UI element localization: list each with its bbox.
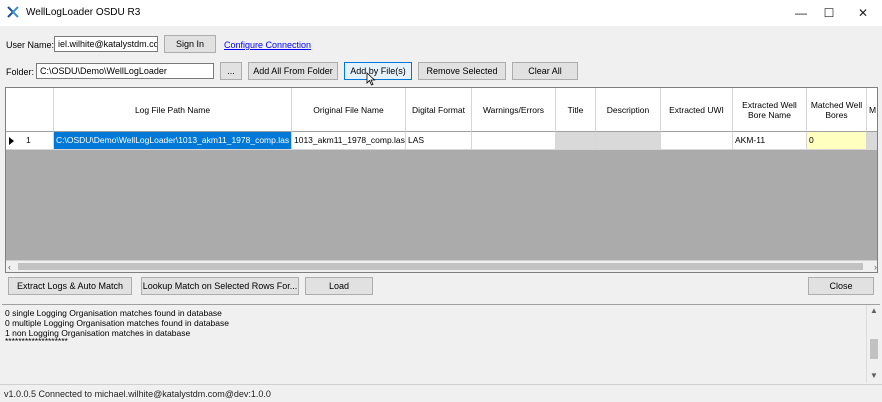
user-name-label: User Name: [6,40,55,50]
mouse-cursor-icon [366,72,376,86]
app-logo-icon [7,6,19,18]
scroll-up-icon[interactable]: ▲ [870,306,878,315]
window-title: WellLogLoader OSDU R3 [26,7,141,18]
column-header-next[interactable]: M [867,88,877,132]
maximize-button[interactable]: ☐ [812,0,846,26]
scroll-right-icon[interactable]: › [874,262,877,272]
log-files-grid[interactable]: Log File Path Name Original File Name Di… [5,87,878,273]
table-row[interactable]: 1 C:\OSDU\Demo\WellLogLoader\1013_akm11_… [6,132,877,150]
cell-path[interactable]: C:\OSDU\Demo\WellLogLoader\1013_akm11_19… [54,132,292,150]
scroll-down-icon[interactable]: ▼ [870,371,878,380]
column-header-warnings[interactable]: Warnings/Errors [472,88,556,132]
add-by-files-button[interactable]: Add by File(s) [344,62,412,80]
column-header-well-bore-name[interactable]: Extracted Well Bore Name [733,88,807,132]
load-button[interactable]: Load [305,277,373,295]
cell-title[interactable] [556,132,596,150]
user-name-input[interactable]: iel.wilhite@katalystdm.com [54,36,158,52]
status-bar: v1.0.0.5 Connected to michael.wilhite@ka… [0,384,882,402]
column-header-description[interactable]: Description [596,88,661,132]
log-line: 0 multiple Logging Organisation matches … [5,318,229,328]
row-header-column [6,88,54,132]
log-line: 0 single Logging Organisation matches fo… [5,308,222,318]
column-header-format[interactable]: Digital Format [406,88,472,132]
status-text: v1.0.0.5 Connected to michael.wilhite@ka… [4,389,271,399]
extract-logs-button[interactable]: Extract Logs & Auto Match [8,277,132,295]
sign-in-button[interactable]: Sign In [164,35,216,53]
cell-description[interactable] [596,132,661,150]
folder-input[interactable]: C:\OSDU\Demo\WellLogLoader [36,63,214,79]
horizontal-scroll-thumb[interactable] [18,263,863,270]
grid-header: Log File Path Name Original File Name Di… [6,88,877,132]
add-all-from-folder-button[interactable]: Add All From Folder [248,62,338,80]
configure-connection-link[interactable]: Configure Connection [224,40,311,50]
cell-format[interactable]: LAS [406,132,472,150]
log-line: ******************* [5,336,68,346]
column-header-matched[interactable]: Matched Well Bores [807,88,867,132]
cell-next[interactable] [867,132,877,150]
clear-all-button[interactable]: Clear All [512,62,578,80]
column-header-original-name[interactable]: Original File Name [292,88,406,132]
column-header-title[interactable]: Title [556,88,596,132]
cell-original-name[interactable]: 1013_akm11_1978_comp.las [292,132,406,150]
row-index[interactable]: 1 [6,132,54,150]
lookup-match-button[interactable]: Lookup Match on Selected Rows For... [141,277,299,295]
horizontal-scrollbar[interactable]: ‹ › [6,260,877,272]
close-window-button[interactable]: ✕ [846,0,880,26]
vertical-scrollbar[interactable]: ▲ ▼ [866,305,880,383]
browse-folder-button[interactable]: ... [220,62,242,80]
cell-warnings[interactable] [472,132,556,150]
vertical-scroll-thumb[interactable] [870,339,878,359]
scroll-left-icon[interactable]: ‹ [8,262,11,272]
cell-uwi[interactable] [661,132,733,150]
folder-label: Folder: [6,67,35,77]
current-row-arrow-icon [9,137,14,145]
column-header-uwi[interactable]: Extracted UWI [661,88,733,132]
cell-well-bore-name[interactable]: AKM-11 [733,132,807,150]
close-button[interactable]: Close [808,277,874,295]
column-header-path[interactable]: Log File Path Name [54,88,292,132]
log-output[interactable]: 0 single Logging Organisation matches fo… [2,304,880,383]
title-bar: WellLogLoader OSDU R3 — ☐ ✕ [0,0,882,26]
remove-selected-button[interactable]: Remove Selected [418,62,506,80]
cell-matched[interactable]: 0 [807,132,867,150]
